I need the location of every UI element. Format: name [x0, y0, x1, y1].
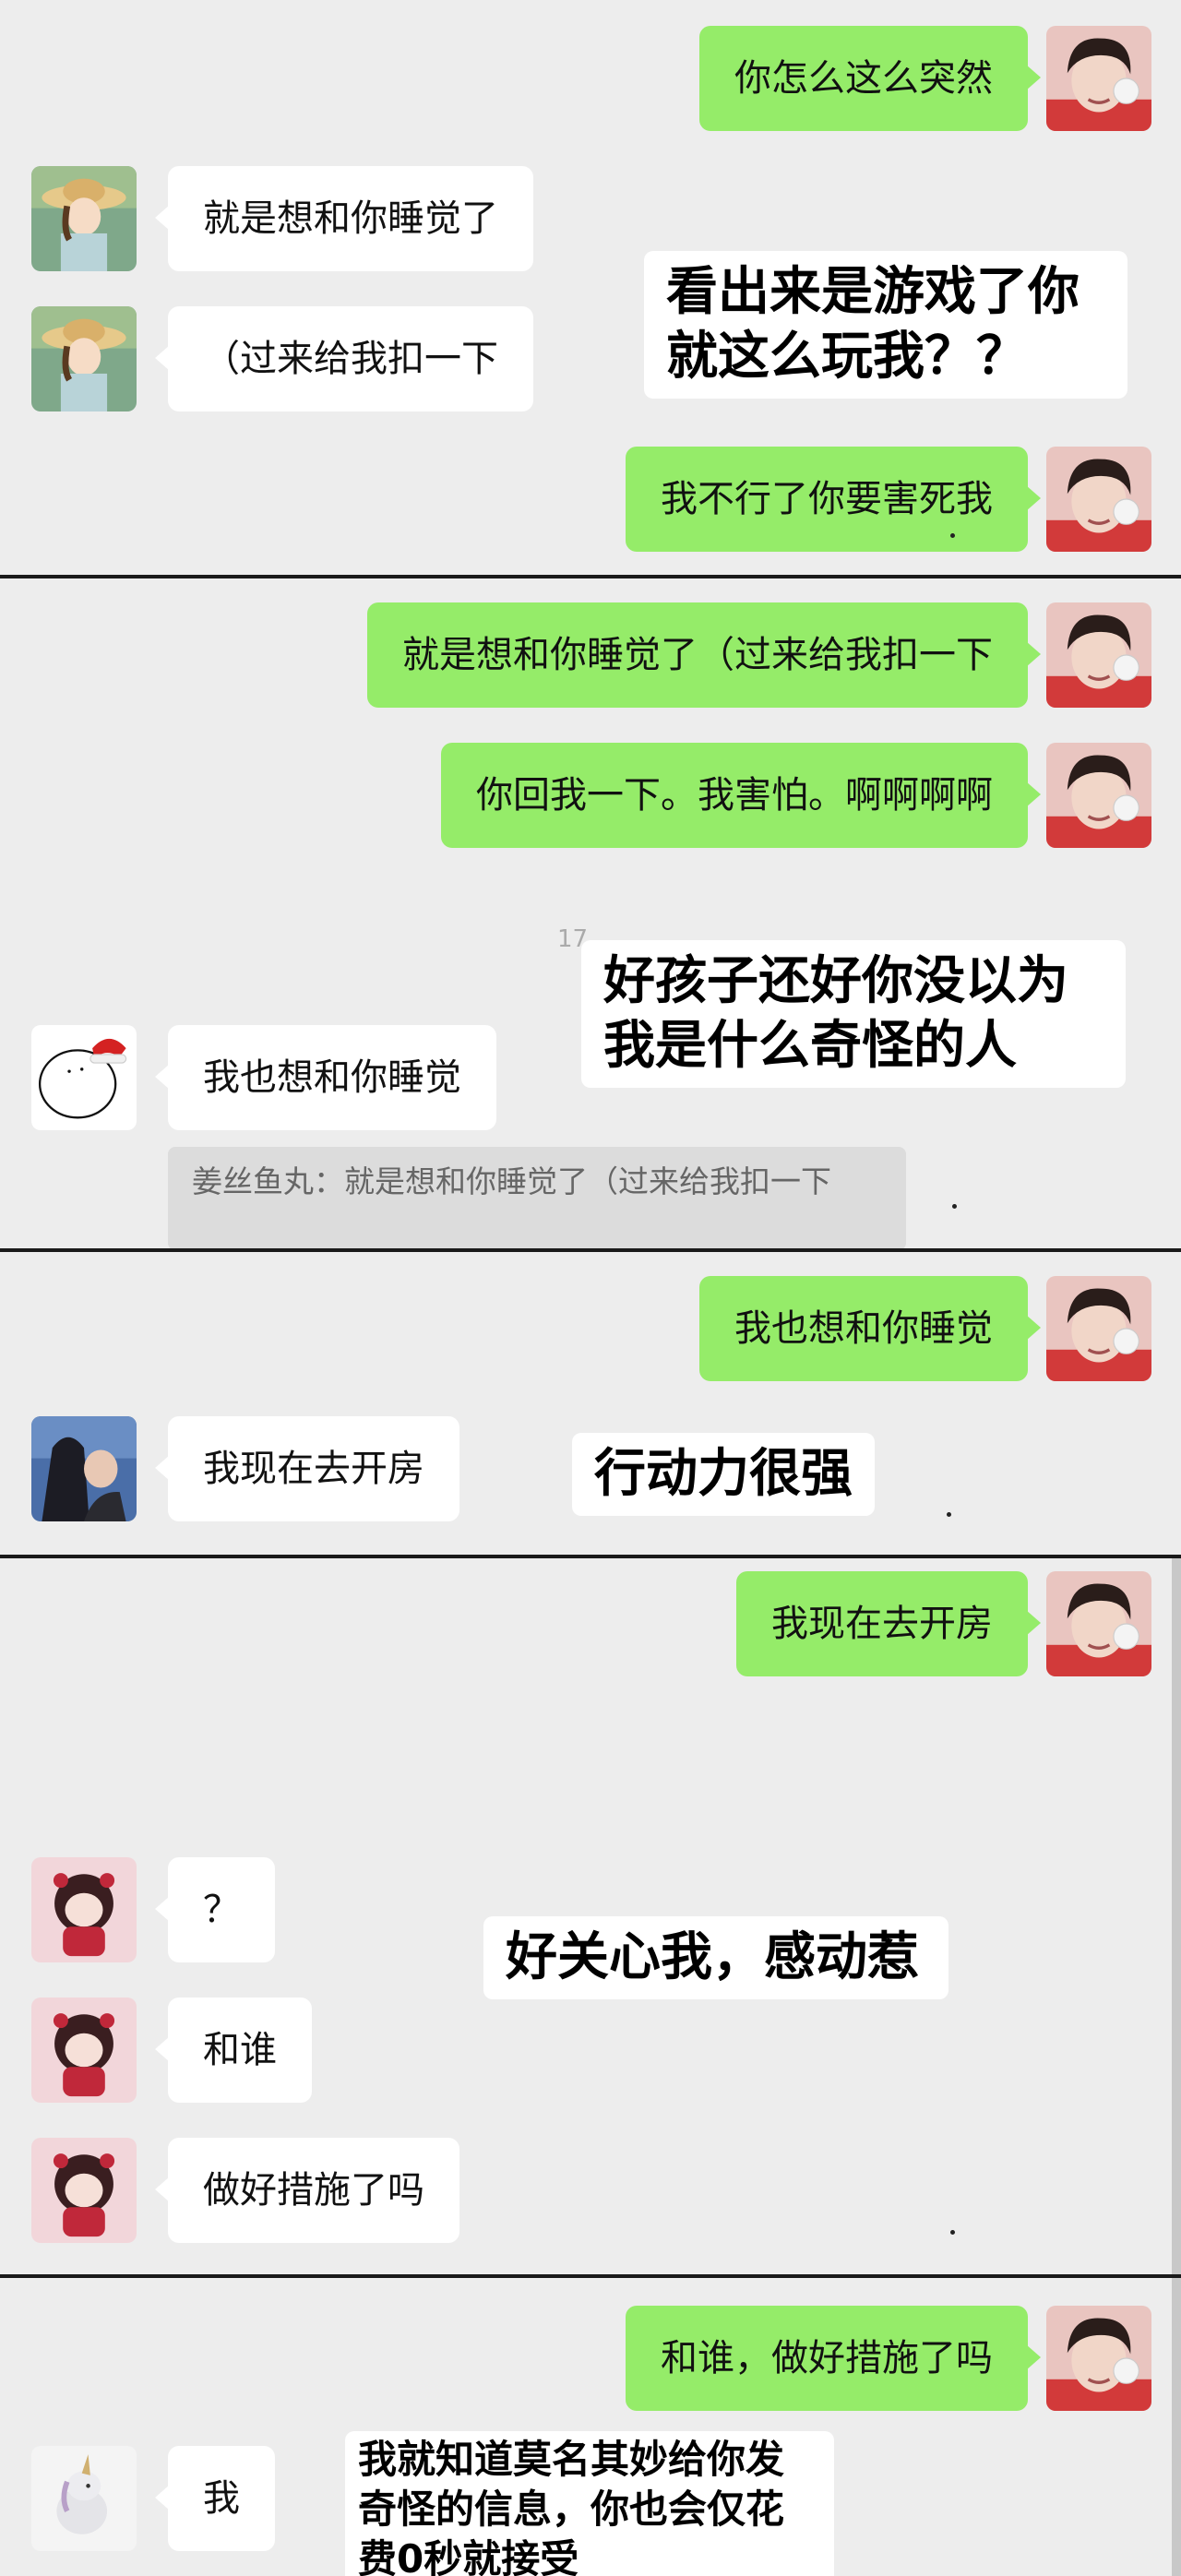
photo-avatar[interactable] — [31, 1416, 137, 1521]
profile-photo-avatar[interactable] — [1046, 1571, 1151, 1676]
caption-note: 好关心我，感动惹 — [483, 1916, 948, 1999]
message-bubble-received[interactable]: 我 — [155, 2446, 275, 2551]
profile-photo-avatar[interactable] — [1046, 743, 1151, 848]
chat-screenshot-5: 和谁，做好措施了吗 我 我就知道莫名其妙给你发奇怪的信息，你也会仅花费0秒就接受 — [0, 2278, 1181, 2576]
scrollbar[interactable] — [1172, 1558, 1181, 2274]
message-bubble-received[interactable]: 我也想和你睡觉 — [155, 1025, 496, 1130]
profile-photo-avatar[interactable] — [1046, 1276, 1151, 1381]
unicorn-avatar[interactable] — [31, 2446, 137, 2551]
caption-note: 好孩子还好你没以为我是什么奇怪的人 — [581, 940, 1126, 1088]
profile-photo-avatar[interactable] — [1046, 2306, 1151, 2411]
message-bubble-sent[interactable]: 我不行了你要害死我 — [626, 447, 1041, 552]
chat-screenshot-1: 你怎么这么突然 就是想和你睡觉了 （过来给我扣一下 看出来是游戏了你就这么玩我？… — [0, 0, 1181, 575]
chat-screenshot-2: 就是想和你睡觉了（过来给我扣一下 你回我一下。我害怕。啊啊啊啊 17 好孩子还好… — [0, 578, 1181, 1248]
dot-mark — [950, 2230, 955, 2235]
chibi-character-avatar[interactable] — [31, 1857, 137, 1962]
message-bubble-received[interactable]: 我现在去开房 — [155, 1416, 459, 1521]
message-bubble-received[interactable]: 做好措施了吗 — [155, 2138, 459, 2243]
message-bubble-sent[interactable]: 就是想和你睡觉了（过来给我扣一下 — [367, 602, 1041, 708]
message-bubble-received[interactable]: 就是想和你睡觉了 — [155, 166, 533, 271]
message-bubble-sent[interactable]: 我现在去开房 — [736, 1571, 1041, 1676]
message-bubble-received[interactable]: ？ — [155, 1857, 275, 1962]
anime-girl-hat-avatar[interactable] — [31, 166, 137, 271]
chibi-character-avatar[interactable] — [31, 2138, 137, 2243]
caption-note: 看出来是游戏了你就这么玩我？？ — [644, 251, 1127, 399]
profile-photo-avatar[interactable] — [1046, 26, 1151, 131]
quoted-reply[interactable]: 姜丝鱼丸：就是想和你睡觉了（过来给我扣一下 — [168, 1147, 906, 1248]
anime-girl-hat-avatar[interactable] — [31, 306, 137, 411]
dot-mark — [952, 1204, 957, 1209]
chat-screenshot-4: 我现在去开房 ？ 好关心我，感动惹 和谁 做好措施了吗 — [0, 1558, 1181, 2274]
dot-mark — [947, 1512, 951, 1517]
message-bubble-sent[interactable]: 和谁，做好措施了吗 — [626, 2306, 1041, 2411]
message-bubble-sent[interactable]: 你怎么这么突然 — [699, 26, 1041, 131]
message-bubble-sent[interactable]: 我也想和你睡觉 — [699, 1276, 1041, 1381]
chat-screenshot-3: 我也想和你睡觉 我现在去开房 行动力很强 — [0, 1252, 1181, 1555]
message-bubble-received[interactable]: 和谁 — [155, 1998, 312, 2103]
message-bubble-sent[interactable]: 你回我一下。我害怕。啊啊啊啊 — [441, 743, 1041, 848]
message-bubble-received[interactable]: （过来给我扣一下 — [155, 306, 533, 411]
chibi-character-avatar[interactable] — [31, 1998, 137, 2103]
dot-mark — [950, 533, 955, 538]
caption-note: 我就知道莫名其妙给你发奇怪的信息，你也会仅花费0秒就接受 — [345, 2431, 834, 2576]
profile-photo-avatar[interactable] — [1046, 447, 1151, 552]
profile-photo-avatar[interactable] — [1046, 602, 1151, 708]
santa-hat-doodle-avatar[interactable] — [31, 1025, 137, 1130]
caption-note: 行动力很强 — [572, 1433, 875, 1516]
scrollbar[interactable] — [1172, 2278, 1181, 2576]
